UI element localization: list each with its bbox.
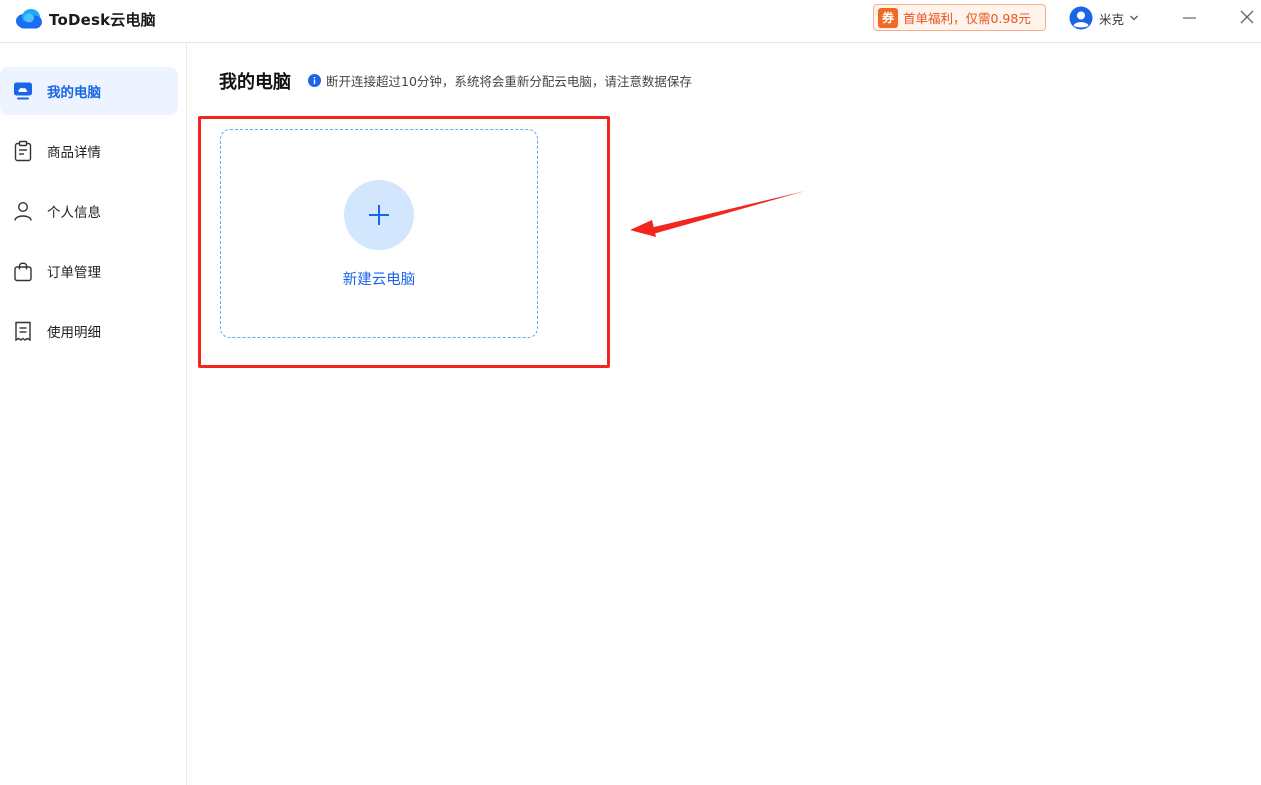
sidebar-item-label: 订单管理 (47, 265, 101, 281)
coupon-icon: 券 (878, 7, 898, 28)
page-title: 我的电脑 (219, 72, 291, 93)
user-name: 米克 (1099, 11, 1125, 27)
close-icon[interactable] (1237, 8, 1257, 28)
sidebar-item-label: 个人信息 (47, 205, 101, 221)
app-title: ToDesk云电脑 (49, 10, 156, 29)
sidebar-item-product-details[interactable]: 商品详情 (0, 127, 178, 175)
sidebar: 我的电脑 商品详情 个人信息 订单管理 使用明细 (0, 43, 187, 785)
clipboard-icon (14, 140, 32, 162)
sidebar-item-order-management[interactable]: 订单管理 (0, 247, 178, 295)
info-icon (308, 73, 321, 87)
main-content: 我的电脑 断开连接超过10分钟，系统将会重新分配云电脑，请注意数据保存 新建云电… (187, 43, 1261, 785)
new-cloud-pc-card[interactable]: 新建云电脑 (220, 129, 538, 338)
sidebar-item-usage-details[interactable]: 使用明细 (0, 307, 178, 355)
user-avatar-icon (1069, 6, 1093, 30)
title-bar: ToDesk云电脑 券 首单福利，仅需0.98元 米克 (0, 0, 1261, 43)
sidebar-item-label: 我的电脑 (47, 85, 101, 101)
sidebar-item-label: 使用明细 (47, 325, 101, 341)
annotation-arrow-icon (630, 191, 805, 237)
sidebar-item-label: 商品详情 (47, 145, 101, 161)
first-order-promo-button[interactable]: 券 首单福利，仅需0.98元 (873, 4, 1046, 31)
person-icon (14, 201, 32, 221)
promo-text: 首单福利，仅需0.98元 (903, 11, 1031, 26)
todesk-cloud-logo-icon (16, 9, 42, 29)
add-circle (344, 180, 414, 250)
monitor-cloud-icon (14, 82, 32, 100)
chevron-down-icon (1130, 15, 1138, 21)
minimize-icon[interactable] (1180, 8, 1200, 28)
notice-text: 断开连接超过10分钟，系统将会重新分配云电脑，请注意数据保存 (326, 73, 692, 89)
new-cloud-pc-label: 新建云电脑 (342, 272, 416, 288)
shopping-bag-icon (14, 262, 32, 282)
reassign-notice: 断开连接超过10分钟，系统将会重新分配云电脑，请注意数据保存 (308, 70, 692, 90)
user-menu[interactable]: 米克 (1069, 5, 1139, 31)
sidebar-item-personal-info[interactable]: 个人信息 (0, 187, 178, 235)
app-brand: ToDesk云电脑 (15, 7, 156, 31)
plus-icon (369, 205, 389, 225)
receipt-icon (15, 321, 31, 342)
sidebar-item-my-pc[interactable]: 我的电脑 (0, 67, 178, 115)
